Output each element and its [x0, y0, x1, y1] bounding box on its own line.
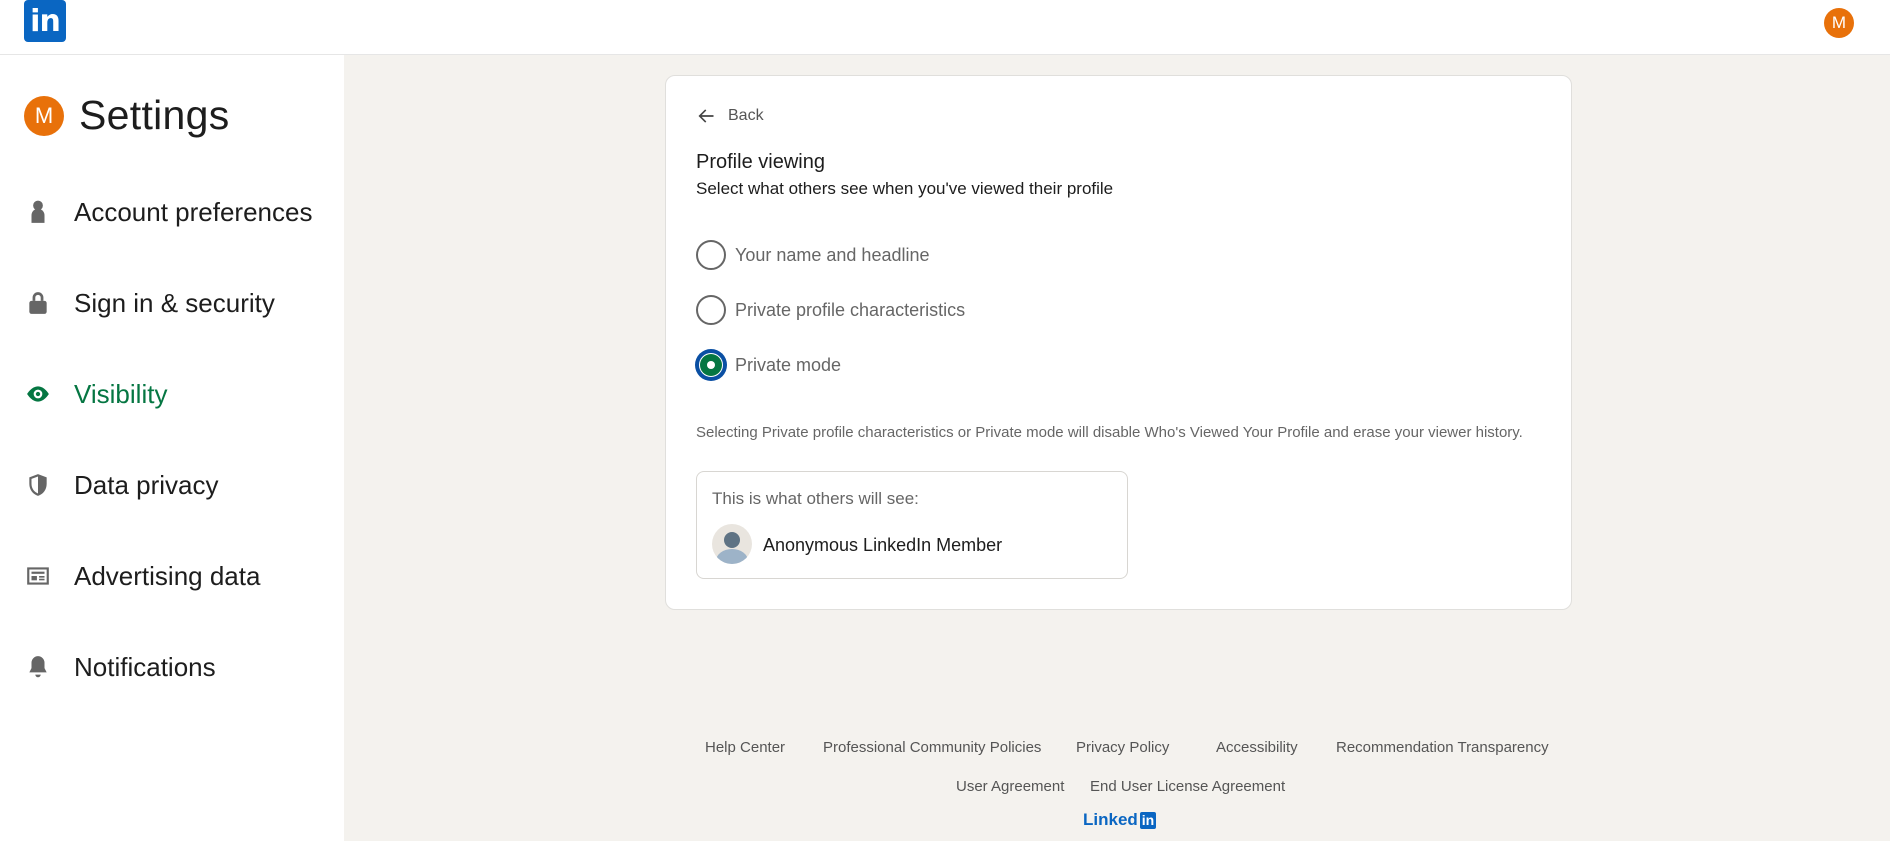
preview-member-name: Anonymous LinkedIn Member [763, 535, 1003, 555]
sidebar-item-visibility[interactable]: Visibility [24, 374, 167, 414]
linkedin-logo[interactable]: in [24, 0, 66, 42]
brand-box: in [1139, 811, 1157, 829]
page-title: Settings [79, 92, 230, 138]
avatar: M [24, 95, 64, 136]
sidebar-item-label: Notifications [74, 651, 216, 682]
newspaper-icon [24, 562, 52, 590]
brand-text: Linked [1083, 810, 1138, 829]
back-button[interactable]: Back [696, 106, 764, 126]
arrow-left-icon [698, 109, 714, 123]
sidebar-item-account-preferences[interactable]: Account preferences [24, 192, 312, 232]
profile-avatar-button[interactable]: M [1824, 8, 1854, 38]
anonymous-avatar-icon [712, 524, 752, 564]
settings-header: M Settings [24, 92, 230, 139]
footer-link-recommendation-transparency[interactable]: Recommendation Transparency [1336, 739, 1549, 756]
sidebar-item-advertising-data[interactable]: Advertising data [24, 556, 260, 596]
option-private-mode[interactable]: Private mode [696, 350, 841, 380]
visitor-preview-box: This is what others will see: Anonymous … [696, 471, 1128, 579]
sidebar-item-label: Sign in & security [74, 287, 275, 318]
footer-link-community-policies[interactable]: Professional Community Policies [823, 739, 1041, 756]
footer-link-eula[interactable]: End User License Agreement [1090, 778, 1285, 795]
privacy-note: Selecting Private profile characteristic… [696, 424, 1523, 441]
person-icon [24, 198, 52, 226]
radio-label[interactable]: Your name and headline [735, 245, 930, 266]
footer-link-accessibility[interactable]: Accessibility [1216, 739, 1298, 756]
profile-viewing-card: Back Profile viewing Select what others … [665, 75, 1572, 610]
section-title: Profile viewing [696, 151, 825, 173]
sidebar-item-data-privacy[interactable]: Data privacy [24, 465, 219, 505]
footer-link-help-center[interactable]: Help Center [705, 739, 785, 756]
radio-button[interactable] [696, 240, 726, 270]
radio-label[interactable]: Private mode [735, 355, 841, 376]
radio-button[interactable] [696, 295, 726, 325]
top-nav-bar: in M [0, 0, 1890, 55]
sidebar-item-notifications[interactable]: Notifications [24, 647, 216, 687]
radio-button-selected[interactable] [696, 350, 726, 380]
footer-linkedin-logo: Linked in [1083, 810, 1157, 830]
option-name-and-headline[interactable]: Your name and headline [696, 240, 930, 270]
back-label: Back [728, 107, 764, 124]
section-subtitle: Select what others see when you've viewe… [696, 179, 1114, 198]
sidebar-item-label: Advertising data [74, 560, 261, 591]
sidebar-item-label: Account preferences [74, 196, 313, 227]
eye-icon [24, 380, 52, 408]
preview-title: This is what others will see: [712, 489, 919, 508]
radio-label[interactable]: Private profile characteristics [735, 300, 965, 321]
sidebar-item-label: Data privacy [74, 469, 219, 500]
footer-link-user-agreement[interactable]: User Agreement [956, 778, 1064, 795]
sidebar-item-sign-in-security[interactable]: Sign in & security [24, 283, 275, 323]
lock-icon [24, 289, 52, 317]
shield-icon [24, 471, 52, 499]
sidebar-item-label: Visibility [74, 378, 168, 409]
settings-sidebar: M Settings Account preferences Sign in &… [0, 55, 344, 841]
option-private-profile-characteristics[interactable]: Private profile characteristics [696, 295, 965, 325]
footer-link-privacy-policy[interactable]: Privacy Policy [1076, 739, 1169, 756]
bell-icon [24, 653, 52, 681]
